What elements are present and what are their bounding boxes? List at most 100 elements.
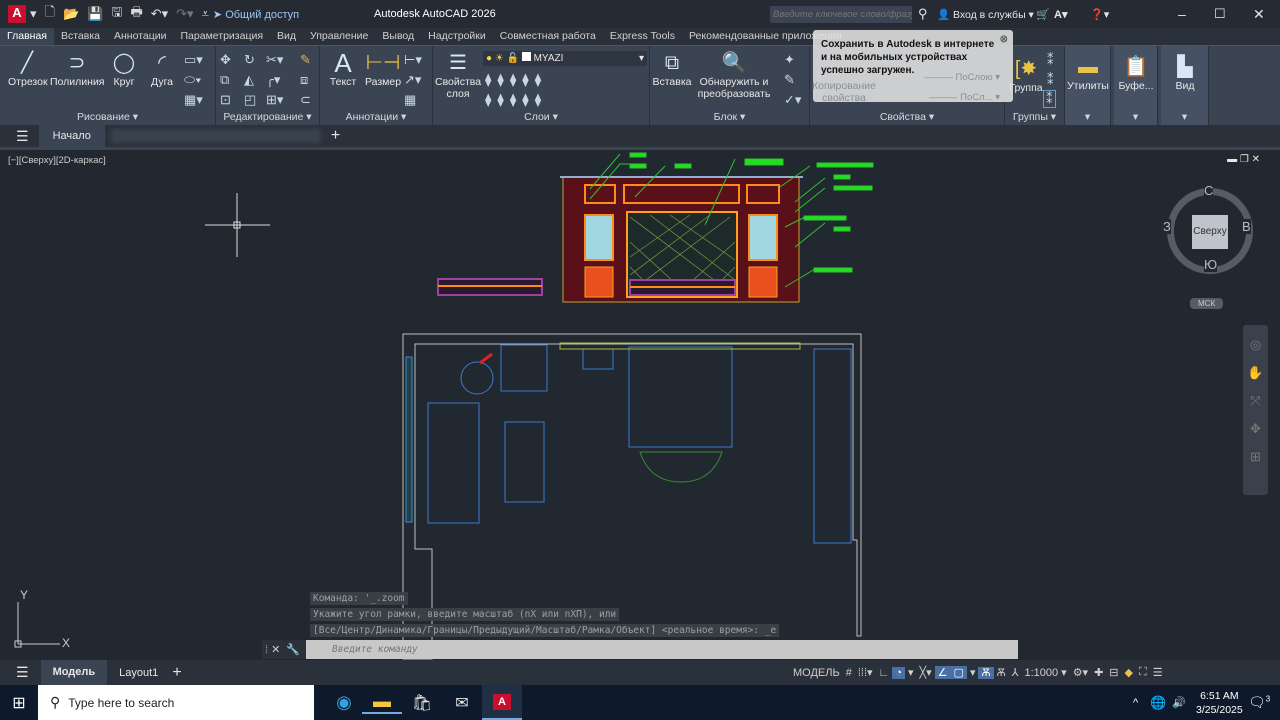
tray-chevron-icon[interactable]: ^: [1133, 697, 1138, 709]
rotate-icon[interactable]: ↻: [244, 52, 255, 68]
line-tool[interactable]: ╱ Отрезок: [8, 50, 48, 88]
annotation-visibility-icon[interactable]: Ѫ: [978, 666, 994, 679]
stretch-icon[interactable]: ⊡: [220, 92, 231, 108]
erase-icon[interactable]: ✎: [300, 52, 311, 68]
customize-icon[interactable]: ⩡: [202, 6, 209, 22]
gear-icon[interactable]: ⚙▾: [1070, 666, 1091, 679]
layer-tools-icon[interactable]: ⧫⧫⧫⧫⧫: [485, 92, 547, 108]
tab-express-tools[interactable]: Express Tools: [603, 28, 682, 45]
panel-title[interactable]: Слои ▾: [433, 111, 649, 123]
tab-insert[interactable]: Вставка: [54, 28, 107, 45]
tab-start[interactable]: Начало: [38, 125, 105, 147]
trim-icon[interactable]: ✂▾: [266, 52, 283, 68]
layer-properties-tool[interactable]: ☰ Свойства слоя: [435, 50, 481, 100]
search-input[interactable]: [770, 6, 912, 23]
linear-dim-icon[interactable]: ⊢▾: [404, 52, 422, 68]
navigation-bar[interactable]: ◎ ✋ ⤧ ✥ ⊞: [1243, 325, 1268, 495]
plus-icon[interactable]: ✚: [1091, 666, 1106, 679]
hatch-icon[interactable]: ▦▾: [184, 92, 203, 108]
object-snap-icon[interactable]: ▢: [950, 666, 967, 679]
panel-utilities[interactable]: ▬ Утилиты ▾: [1065, 46, 1111, 126]
attribute-icon[interactable]: ✓▾: [784, 92, 801, 108]
group-edit-icon[interactable]: ⁑: [1047, 72, 1054, 88]
store-icon[interactable]: 🛍: [402, 693, 442, 713]
panel-clipboard[interactable]: 📋 Буфе... ▾: [1114, 46, 1158, 126]
redo-icon[interactable]: ↷▾: [176, 6, 193, 22]
polar-icon[interactable]: ◔: [892, 666, 905, 679]
viewcube[interactable]: Сверху С Ю В З: [1163, 183, 1253, 274]
ellipse-icon[interactable]: ⬭▾: [184, 72, 201, 88]
panel-title[interactable]: Группы ▾: [1005, 111, 1064, 123]
tab-drawing[interactable]: [110, 129, 321, 143]
explode-icon[interactable]: ⧈: [300, 72, 308, 88]
offset-icon[interactable]: ⊂: [300, 92, 311, 108]
file-explorer-icon[interactable]: ▬: [362, 691, 402, 714]
share-button[interactable]: ➤ Общий доступ: [213, 8, 299, 21]
ungroup-icon[interactable]: ⁑: [1047, 52, 1054, 68]
new-tab-button[interactable]: +: [331, 127, 340, 145]
annotation-scale-icon[interactable]: ⅄: [1009, 666, 1022, 679]
tab-manage[interactable]: Управление: [303, 28, 375, 45]
tab-layout1[interactable]: Layout1: [107, 667, 170, 679]
tab-home[interactable]: Главная: [0, 28, 54, 45]
text-tool[interactable]: A Текст: [326, 50, 360, 88]
isolate-icon[interactable]: ◆: [1122, 666, 1136, 679]
leader-icon[interactable]: ↗▾: [404, 72, 421, 88]
panel-view[interactable]: ▙ Вид ▾: [1161, 46, 1209, 126]
match-properties-tool[interactable]: Копирование свойства: [812, 80, 876, 104]
lineweight-dropdown[interactable]: ——— ПоСл... ▾: [894, 92, 1000, 103]
panel-title[interactable]: Аннотации ▾: [320, 111, 432, 123]
array-icon[interactable]: ⊞▾: [266, 92, 283, 108]
copy-icon[interactable]: ⧉: [220, 72, 229, 88]
viewcube-east[interactable]: В: [1242, 219, 1251, 234]
viewcube-top-face[interactable]: Сверху: [1192, 215, 1228, 249]
viewcube-north[interactable]: С: [1204, 183, 1214, 198]
auto-scale-icon[interactable]: Ѫ: [994, 667, 1009, 679]
group-select-icon[interactable]: ⁑: [1043, 90, 1056, 108]
close-icon[interactable]: ⊗: [1000, 33, 1008, 46]
tab-parametric[interactable]: Параметризация: [174, 28, 271, 45]
minimize-button[interactable]: –: [1178, 6, 1186, 22]
ucs-dropdown[interactable]: МСК: [1190, 298, 1224, 309]
fillet-icon[interactable]: ╭▾: [266, 72, 280, 88]
edit-block-icon[interactable]: ✎: [784, 72, 795, 88]
app-logo[interactable]: A: [8, 5, 26, 23]
insert-block-tool[interactable]: ⧉ Вставка: [652, 50, 692, 88]
linetype-dropdown[interactable]: ——— ПоСлою ▾: [894, 72, 1000, 83]
close-button[interactable]: ✕: [1253, 6, 1265, 23]
open-folder-icon[interactable]: 📂: [63, 6, 79, 22]
circle-tool[interactable]: ◯ Круг: [108, 50, 140, 88]
grid-icon[interactable]: #: [843, 667, 855, 679]
tab-collaborate[interactable]: Совместная работа: [493, 28, 603, 45]
command-drag-handle[interactable]: ⁞: [265, 644, 268, 656]
autocad-taskbar-icon[interactable]: A: [482, 685, 522, 720]
print-icon[interactable]: 🖶: [130, 3, 142, 25]
viewcube-west[interactable]: З: [1163, 219, 1171, 234]
scale-icon[interactable]: ◰: [244, 92, 256, 108]
save-as-icon[interactable]: 🖫: [111, 3, 122, 25]
network-icon[interactable]: 🌐: [1150, 695, 1166, 711]
panel-title[interactable]: Блок ▾: [650, 111, 809, 123]
mail-icon[interactable]: ✉: [442, 693, 482, 713]
customize-icon[interactable]: ☰: [1150, 666, 1166, 679]
model-space-button[interactable]: МОДЕЛЬ: [790, 667, 843, 679]
tab-output[interactable]: Вывод: [375, 28, 421, 45]
units-icon[interactable]: ⊟: [1106, 666, 1121, 679]
new-file-icon[interactable]: 🗋: [45, 3, 55, 25]
group-tool[interactable]: [✸ Группа: [1009, 56, 1043, 94]
panel-title[interactable]: Свойства ▾: [810, 111, 1004, 123]
search-box[interactable]: [770, 6, 912, 23]
viewcube-south[interactable]: Ю: [1204, 257, 1218, 272]
rectangle-icon[interactable]: ▭▾: [184, 52, 203, 68]
layer-tools-icon[interactable]: ⧫⧫⧫⧫⧫: [485, 72, 547, 88]
panel-title[interactable]: Рисование ▾: [0, 111, 215, 123]
table-icon[interactable]: ▦: [404, 92, 416, 108]
edge-icon[interactable]: ◉: [326, 692, 362, 713]
tab-view[interactable]: Вид: [270, 28, 303, 45]
ortho-icon[interactable]: ∟: [876, 667, 893, 679]
windows-start-icon[interactable]: ⊞: [0, 693, 38, 713]
volume-icon[interactable]: 🔊: [1172, 696, 1186, 709]
move-icon[interactable]: ✥: [220, 52, 231, 68]
undo-icon[interactable]: ↶▾: [151, 6, 168, 22]
mirror-icon[interactable]: ◭: [244, 72, 254, 88]
